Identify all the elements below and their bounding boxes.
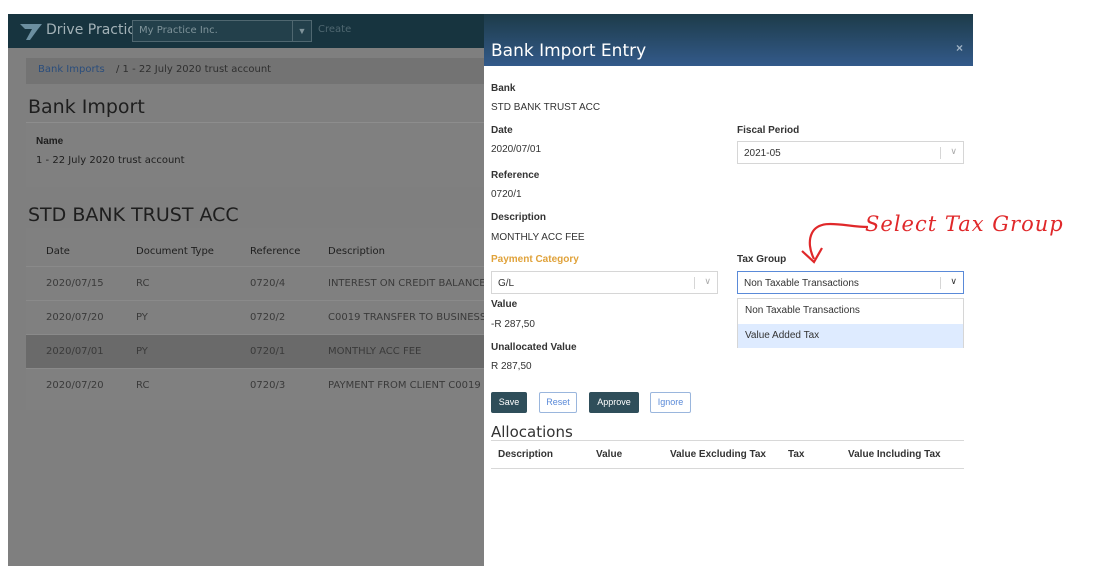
description-value: MONTHLY ACC FEE (491, 232, 585, 243)
tax-group-label: Tax Group (737, 254, 787, 265)
breadcrumb: Bank Imports / 1 - 22 July 2020 trust ac… (26, 58, 484, 84)
table-row[interactable]: 2020/07/15 RC 0720/4 INTEREST ON CREDIT … (26, 266, 484, 301)
bank-label: Bank (491, 83, 516, 94)
table-row-selected[interactable]: 2020/07/01 PY 0720/1 MONTHLY ACC FEE (26, 334, 484, 369)
panel-title: Bank Import Entry (491, 41, 647, 61)
date-label: Date (491, 125, 513, 136)
cell-description: INTEREST ON CREDIT BALANCE (328, 278, 484, 289)
fiscal-period-value: 2021-05 (744, 148, 781, 159)
allocations-header-description: Description (498, 449, 554, 460)
page-title: Bank Import (28, 96, 145, 118)
allocations-header-tax: Tax (788, 449, 805, 460)
column-header-reference: Reference (250, 246, 301, 257)
column-header-description: Description (328, 246, 385, 257)
create-link[interactable]: Create (318, 24, 351, 35)
unallocated-value-value: R 287,50 (491, 361, 532, 372)
save-button[interactable]: Save (491, 392, 527, 413)
table-row[interactable]: 2020/07/20 PY 0720/2 C0019 TRANSFER TO B… (26, 300, 484, 335)
bank-import-entry-panel: Bank Import Entry × Bank STD BANK TRUST … (484, 14, 973, 566)
cell-reference: 0720/4 (250, 278, 286, 289)
fiscal-period-label: Fiscal Period (737, 125, 800, 136)
tax-group-option-vat[interactable]: Value Added Tax (738, 324, 963, 348)
allocations-header-value-including-tax: Value Including Tax (848, 449, 941, 460)
cell-document-type: PY (136, 346, 148, 357)
approve-button[interactable]: Approve (589, 392, 639, 413)
tax-group-value: Non Taxable Transactions (744, 278, 859, 289)
breadcrumb-current: / 1 - 22 July 2020 trust account (116, 64, 272, 75)
select-divider (694, 277, 695, 289)
cell-date: 2020/07/15 (46, 278, 104, 289)
transactions-table: Date Document Type Reference Description… (26, 228, 484, 410)
description-label: Description (491, 212, 547, 223)
name-label: Name (36, 136, 64, 147)
allocations-divider (491, 440, 964, 441)
cell-document-type: RC (136, 380, 150, 391)
chevron-down-icon: ∨ (704, 276, 711, 286)
app-background: Drive Practice My Practice Inc. ▼ Create… (8, 14, 484, 566)
allocations-title: Allocations (491, 423, 573, 441)
name-value: 1 - 22 July 2020 trust account (36, 155, 185, 166)
chevron-down-icon: ∨ (950, 276, 957, 286)
cell-document-type: PY (136, 312, 148, 323)
chevron-down-icon: ▼ (292, 21, 311, 41)
annotation-text: Select Tax Group (865, 212, 1064, 236)
tax-group-option-non-taxable[interactable]: Non Taxable Transactions (738, 299, 963, 323)
brand-name[interactable]: Drive Practice (46, 22, 144, 38)
cell-reference: 0720/3 (250, 380, 286, 391)
top-navbar: Drive Practice My Practice Inc. ▼ Create (8, 14, 484, 48)
allocations-header-value-excluding-tax: Value Excluding Tax (670, 449, 766, 460)
fiscal-period-select[interactable]: 2021-05 ∨ (737, 141, 964, 164)
payment-category-value: G/L (498, 278, 515, 289)
cell-description: MONTHLY ACC FEE (328, 346, 422, 357)
date-value: 2020/07/01 (491, 144, 542, 155)
column-header-date: Date (46, 246, 70, 257)
cell-description: PAYMENT FROM CLIENT C0019 (328, 380, 481, 391)
drive-logo-icon[interactable] (18, 21, 44, 41)
select-divider (940, 147, 941, 159)
cell-reference: 0720/2 (250, 312, 286, 323)
unallocated-value-label: Unallocated Value (491, 342, 577, 353)
bank-value: STD BANK TRUST ACC (491, 102, 601, 113)
value-value: -R 287,50 (491, 319, 535, 330)
close-icon[interactable]: × (956, 41, 963, 55)
cell-date: 2020/07/01 (46, 346, 104, 357)
cell-date: 2020/07/20 (46, 312, 104, 323)
allocations-divider (491, 468, 964, 469)
cell-document-type: RC (136, 278, 150, 289)
organization-select-value: My Practice Inc. (139, 25, 218, 36)
table-row[interactable]: 2020/07/20 RC 0720/3 PAYMENT FROM CLIENT… (26, 368, 484, 403)
ignore-button[interactable]: Ignore (650, 392, 691, 413)
payment-category-label: Payment Category (491, 254, 579, 265)
reference-value: 0720/1 (491, 189, 522, 200)
reset-button[interactable]: Reset (539, 392, 577, 413)
cell-description: C0019 TRANSFER TO BUSINESS (328, 312, 484, 323)
annotation-arrow-icon (801, 222, 869, 264)
cell-date: 2020/07/20 (46, 380, 104, 391)
payment-category-select[interactable]: G/L ∨ (491, 271, 718, 294)
reference-label: Reference (491, 170, 540, 181)
organization-select[interactable]: My Practice Inc. ▼ (132, 20, 312, 42)
cell-reference: 0720/1 (250, 346, 286, 357)
import-details-card: Name 1 - 22 July 2020 trust account (26, 122, 484, 187)
allocations-header-value: Value (596, 449, 623, 460)
chevron-down-icon: ∨ (950, 146, 957, 156)
bank-heading: STD BANK TRUST ACC (28, 204, 239, 226)
select-divider (940, 277, 941, 289)
tax-group-dropdown: Non Taxable Transactions Value Added Tax (737, 298, 964, 348)
breadcrumb-link-bank-imports[interactable]: Bank Imports (38, 64, 105, 75)
panel-header: Bank Import Entry × (484, 14, 973, 66)
value-label: Value (491, 299, 518, 310)
column-header-document-type: Document Type (136, 246, 214, 257)
